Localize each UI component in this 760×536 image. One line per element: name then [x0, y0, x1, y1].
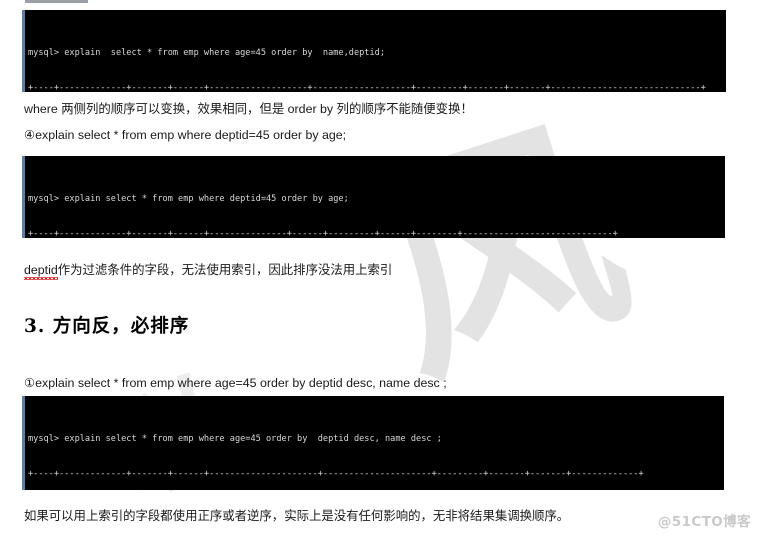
- top-gray-bar: [25, 0, 88, 3]
- terminal-left-edge: [22, 396, 25, 490]
- final-note: 如果可以用上索引的字段都使用正序或者逆序，实际上是没有任何影响的，无非将结果集调…: [24, 509, 570, 523]
- watermark-glyph-a: 风: [346, 90, 645, 420]
- where-order-note: where 两侧列的顺序可以变换，效果相同，但是 order by 列的顺序不能…: [24, 102, 473, 116]
- deptid-note: deptid作为过滤条件的字段，无法使用索引，因此排序没法用上索引: [24, 262, 393, 280]
- query-4-label: ④explain select * from emp where deptid=…: [24, 127, 346, 143]
- document-page: 风 以 mysql> explain select * from emp whe…: [0, 0, 760, 536]
- terminal-left-edge: [22, 156, 25, 238]
- deptid-note-text: 作为过滤条件的字段，无法使用索引，因此排序没法用上索引: [57, 263, 393, 277]
- terminal-block-1: mysql> explain select * from emp where a…: [22, 10, 726, 92]
- site-watermark: @51CTO博客: [657, 514, 751, 530]
- terminal-line: mysql> explain select * from emp where a…: [28, 433, 442, 444]
- query-1-number: ①: [24, 376, 36, 390]
- query-1-text: explain select * from emp where age=45 o…: [35, 376, 447, 390]
- deptid-keyword: deptid: [24, 263, 58, 280]
- query-1-label: ①explain select * from emp where age=45 …: [24, 375, 447, 391]
- query-4-text: explain select * from emp where deptid=4…: [35, 128, 347, 142]
- terminal-line: +----+-------------+-------+------+-----…: [28, 82, 706, 92]
- section-heading: 3. 方向反，必排序: [24, 316, 190, 337]
- terminal-left-edge: [22, 10, 25, 92]
- query-4-number: ④: [24, 128, 36, 142]
- terminal-block-3: mysql> explain select * from emp where a…: [22, 396, 724, 490]
- terminal-line: +----+-------------+-------+------+-----…: [28, 228, 618, 238]
- terminal-line: mysql> explain select * from emp where a…: [28, 47, 385, 58]
- terminal-block-2: mysql> explain select * from emp where d…: [22, 156, 725, 238]
- terminal-line: mysql> explain select * from emp where d…: [28, 193, 349, 204]
- terminal-line: +----+-------------+-------+------+-----…: [28, 468, 644, 479]
